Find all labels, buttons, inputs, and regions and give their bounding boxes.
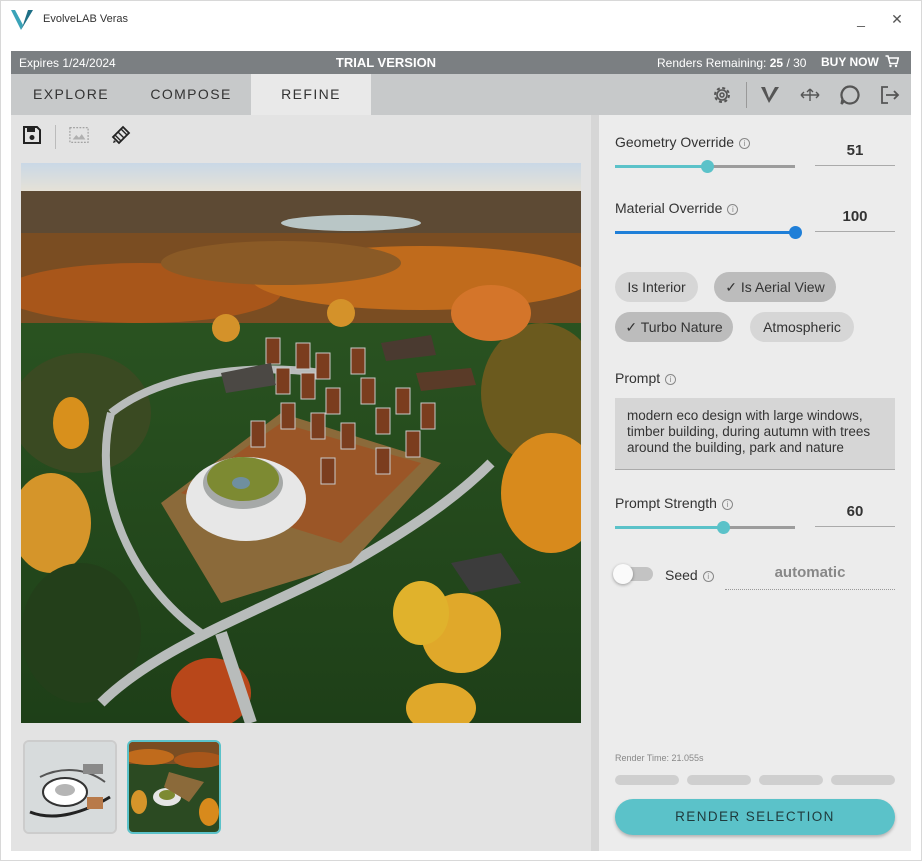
material-override-slider[interactable] xyxy=(615,226,802,239)
slider-fill xyxy=(615,526,723,529)
chip-label: Is Aerial View xyxy=(740,279,825,295)
thumbnail-render-result[interactable] xyxy=(127,740,221,834)
veras-v-icon[interactable] xyxy=(759,84,781,106)
material-override-text: Material Override xyxy=(615,200,723,216)
cart-icon xyxy=(885,55,900,68)
info-icon[interactable]: i xyxy=(665,374,677,385)
toolbar-separator xyxy=(55,125,56,149)
render-selection-button[interactable]: RENDER SELECTION xyxy=(615,799,895,835)
thumbnail-image xyxy=(129,742,219,832)
seed-label: Seed i xyxy=(665,567,714,583)
renders-remaining-count: 25 xyxy=(769,56,784,70)
geometry-override-text: Geometry Override xyxy=(615,134,735,150)
prompt-strength-text: Prompt Strength xyxy=(615,495,717,511)
title-bar: EvolveLAB Veras _ ✕ xyxy=(1,1,921,41)
seed-input[interactable]: automatic xyxy=(725,564,895,590)
render-preview-image xyxy=(21,163,581,723)
renders-remaining: Renders Remaining: 25 / 30 xyxy=(657,56,806,70)
settings-panel: Geometry Override i 51 Material Override i… xyxy=(599,115,911,851)
logout-icon[interactable] xyxy=(879,84,901,106)
nav-bar: EXPLORE COMPOSE REFINE xyxy=(11,74,911,115)
chip-is-aerial-view[interactable]: ✓ Is Aerial View xyxy=(714,272,836,302)
trial-version-label: TRIAL VERSION xyxy=(335,55,437,70)
app-window: EvolveLAB Veras _ ✕ Expires 1/24/2024 TR… xyxy=(0,0,922,861)
progress-segment xyxy=(759,775,823,785)
close-button[interactable]: ✕ xyxy=(887,11,907,28)
chip-label: Is Interior xyxy=(627,279,686,295)
prompt-strength-label: Prompt Strength i xyxy=(615,495,733,511)
chip-atmospheric[interactable]: Atmospheric xyxy=(750,312,854,342)
geometry-override-slider[interactable] xyxy=(615,160,795,173)
render-time: Render Time: 21.055s xyxy=(615,753,704,763)
move-arrows-icon[interactable] xyxy=(799,84,821,106)
toggle-knob xyxy=(613,564,633,584)
prompt-strength-value[interactable]: 60 xyxy=(815,503,895,527)
info-icon[interactable]: i xyxy=(721,499,733,510)
chip-label: Turbo Nature xyxy=(640,319,723,335)
nav-separator xyxy=(746,82,747,108)
renders-remaining-label: Renders Remaining: xyxy=(657,56,767,70)
tab-compose[interactable]: COMPOSE xyxy=(131,74,251,115)
trial-bar: Expires 1/24/2024 TRIAL VERSION Renders … xyxy=(11,51,911,74)
minimize-button[interactable]: _ xyxy=(851,11,871,27)
chip-is-interior[interactable]: Is Interior xyxy=(615,272,698,302)
geometry-override-label: Geometry Override i xyxy=(615,134,751,150)
progress-segment xyxy=(615,775,679,785)
slider-thumb[interactable] xyxy=(789,226,802,239)
chip-label: Atmospheric xyxy=(763,319,841,335)
thumbnail-image xyxy=(25,742,115,832)
progress-segment xyxy=(831,775,895,785)
material-override-value[interactable]: 100 xyxy=(815,208,895,232)
info-icon[interactable]: i xyxy=(702,571,714,582)
save-icon[interactable] xyxy=(22,125,42,145)
renders-total: / 30 xyxy=(786,56,807,70)
prompt-label: Prompt i xyxy=(615,370,677,386)
image-panel xyxy=(11,115,591,851)
buy-now-button[interactable]: BUY NOW xyxy=(821,55,900,69)
prompt-textarea[interactable]: modern eco design with large windows, ti… xyxy=(615,398,895,470)
seed-label-text: Seed xyxy=(665,567,698,583)
geometry-override-value[interactable]: 51 xyxy=(815,142,895,166)
crop-image-icon[interactable] xyxy=(69,125,89,145)
thumbnail-source-model[interactable] xyxy=(23,740,117,834)
window-title: EvolveLAB Veras xyxy=(43,13,128,25)
slider-thumb[interactable] xyxy=(717,521,730,534)
progress-segment xyxy=(687,775,751,785)
checkmark-icon: ✓ xyxy=(725,279,741,295)
info-icon[interactable]: i xyxy=(739,138,751,149)
slider-fill xyxy=(615,231,795,234)
slider-fill xyxy=(615,165,707,168)
draw-brush-icon[interactable] xyxy=(111,125,131,145)
slider-thumb[interactable] xyxy=(700,160,714,173)
prompt-strength-slider[interactable] xyxy=(615,521,795,534)
tab-refine[interactable]: REFINE xyxy=(251,74,371,115)
panel-divider xyxy=(591,115,599,851)
veras-logo-icon xyxy=(11,10,33,30)
chat-bubble-icon[interactable] xyxy=(839,84,861,106)
buy-now-label: BUY NOW xyxy=(821,55,879,69)
info-icon[interactable]: i xyxy=(727,204,739,215)
material-override-label: Material Override i xyxy=(615,200,739,216)
seed-toggle[interactable] xyxy=(613,564,653,584)
gear-icon[interactable] xyxy=(711,84,733,106)
tab-explore[interactable]: EXPLORE xyxy=(11,74,131,115)
checkmark-icon: ✓ xyxy=(625,319,641,335)
chip-turbo-nature[interactable]: ✓ Turbo Nature xyxy=(615,312,733,342)
prompt-label-text: Prompt xyxy=(615,370,661,386)
